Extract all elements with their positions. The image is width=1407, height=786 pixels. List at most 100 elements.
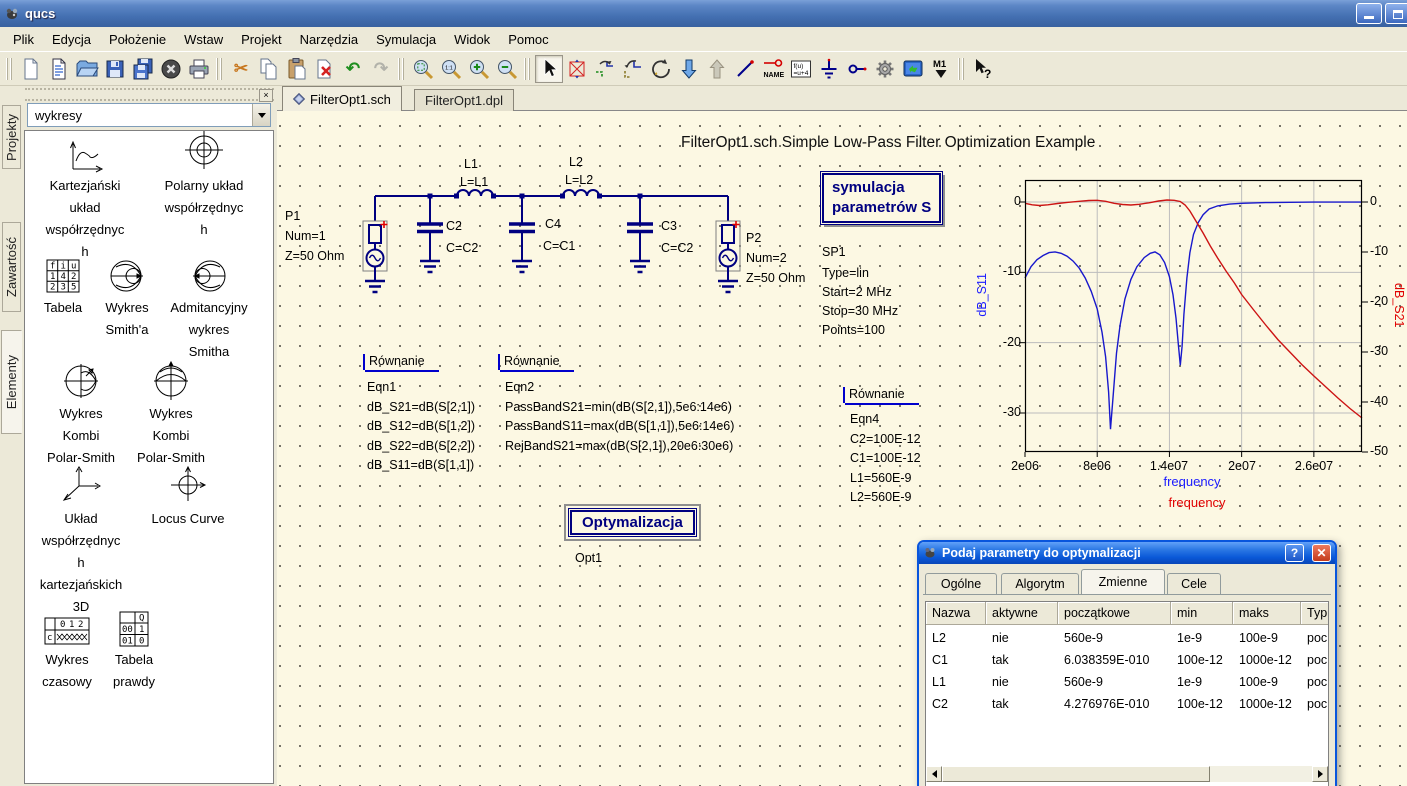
set-marker-button[interactable]: M1 bbox=[927, 55, 955, 83]
whats-this-help-button[interactable]: ? bbox=[969, 55, 997, 83]
equation-header-eqn2[interactable]: Równanie bbox=[498, 354, 560, 370]
pop-out-button[interactable] bbox=[703, 55, 731, 83]
menu-item-widok[interactable]: Widok bbox=[445, 28, 499, 51]
equation-header-eqn1[interactable]: Równanie bbox=[363, 354, 425, 370]
s-parameter-chart[interactable] bbox=[1025, 180, 1362, 452]
zoom-in-button[interactable] bbox=[465, 55, 493, 83]
open-file-button[interactable] bbox=[73, 55, 101, 83]
paste-button[interactable] bbox=[283, 55, 311, 83]
insert-wire-button[interactable] bbox=[731, 55, 759, 83]
palette-item-table[interactable]: fiu142235 Tabela bbox=[31, 255, 95, 319]
rotate-button[interactable] bbox=[647, 55, 675, 83]
menu-item-pomoc[interactable]: Pomoc bbox=[499, 28, 557, 51]
menu-item-narzedzia[interactable]: Narzędzia bbox=[291, 28, 368, 51]
cut-button[interactable]: ✂ bbox=[227, 55, 255, 83]
menu-item-symulacja[interactable]: Symulacja bbox=[367, 28, 445, 51]
col-header-typ[interactable]: Typ bbox=[1301, 602, 1329, 625]
component-C4[interactable] bbox=[509, 194, 535, 273]
dialog-titlebar[interactable]: Podaj parametry do optymalizacji ? ✕ bbox=[919, 542, 1335, 564]
view-data-display-button[interactable] bbox=[899, 55, 927, 83]
col-header-nazwa[interactable]: Nazwa bbox=[926, 602, 986, 625]
sidebar-tab-zawartosc[interactable]: Zawartość bbox=[2, 222, 21, 312]
redo-button[interactable]: ↷ bbox=[367, 55, 395, 83]
zoom-fit-button[interactable] bbox=[409, 55, 437, 83]
zoom-one-to-one-button[interactable]: 1:1 bbox=[437, 55, 465, 83]
component-L2[interactable] bbox=[560, 190, 602, 199]
col-header-maks[interactable]: maks bbox=[1233, 602, 1301, 625]
sidebar-tab-projekty[interactable]: Projekty bbox=[2, 105, 21, 169]
component-C2[interactable] bbox=[417, 194, 443, 273]
scrollbar-thumb[interactable] bbox=[942, 766, 1210, 782]
s-parameter-simulation-block[interactable]: symulacja parametrów S bbox=[820, 171, 943, 225]
insert-equation-button[interactable]: f(u)=u+4 bbox=[787, 55, 815, 83]
save-button[interactable] bbox=[101, 55, 129, 83]
palette-item-smith-chart[interactable]: Wykres Smith'a bbox=[93, 255, 161, 341]
new-document-button[interactable] bbox=[17, 55, 45, 83]
label-C3: C3 bbox=[661, 219, 677, 233]
dialog-tab-zmienne[interactable]: Zmienne bbox=[1081, 569, 1165, 594]
component-C3[interactable] bbox=[627, 194, 653, 273]
scroll-right-icon[interactable] bbox=[1312, 766, 1328, 782]
menu-item-projekt[interactable]: Projekt bbox=[232, 28, 290, 51]
copy-button[interactable] bbox=[255, 55, 283, 83]
eqn1-name: Eqn1 bbox=[367, 380, 396, 394]
dialog-tab-algorytm[interactable]: Algorytm bbox=[1001, 573, 1079, 594]
component-P2[interactable] bbox=[716, 221, 740, 292]
sidebar-tab-elementy[interactable]: Elementy bbox=[1, 330, 22, 434]
dialog-close-button[interactable]: ✕ bbox=[1312, 544, 1331, 562]
dock-handle[interactable]: × bbox=[25, 88, 274, 101]
insert-port-button[interactable] bbox=[843, 55, 871, 83]
menu-item-plik[interactable]: Plik bbox=[4, 28, 43, 51]
tab-filteropt1-dpl[interactable]: FilterOpt1.dpl bbox=[414, 89, 514, 111]
close-file-button[interactable] bbox=[157, 55, 185, 83]
dialog-help-button[interactable]: ? bbox=[1285, 544, 1304, 562]
palette-item-polar-diagram[interactable]: Polarny układ współrzędnyc h bbox=[141, 130, 267, 241]
col-header-aktywne[interactable]: aktywne bbox=[986, 602, 1058, 625]
component-L1[interactable] bbox=[454, 190, 496, 199]
equation-header-eqn4[interactable]: Równanie bbox=[843, 387, 905, 403]
label-P1-num: Num=1 bbox=[285, 229, 326, 243]
menu-item-polozenie[interactable]: Położenie bbox=[100, 28, 175, 51]
palette-item-cartesian-3d[interactable]: Układ współrzędnyc h kartezjańskich 3D bbox=[29, 462, 133, 618]
palette-item-smith-polar-combi[interactable]: Wykres Kombi Polar-Smith bbox=[119, 359, 223, 469]
palette-item-polar-smith-combi[interactable]: Wykres Kombi Polar-Smith bbox=[29, 359, 133, 469]
col-header-min[interactable]: min bbox=[1171, 602, 1233, 625]
mirror-about-x-button[interactable] bbox=[591, 55, 619, 83]
minimize-button[interactable] bbox=[1356, 3, 1382, 24]
redo-arrow-icon: ↷ bbox=[374, 60, 388, 77]
zoom-out-button[interactable] bbox=[493, 55, 521, 83]
schematic-file-icon bbox=[293, 93, 305, 105]
delete-mode-button[interactable] bbox=[563, 55, 591, 83]
optimization-block[interactable]: Optymalizacja bbox=[564, 504, 701, 541]
component-P1[interactable] bbox=[363, 221, 388, 292]
svg-text:1: 1 bbox=[139, 625, 144, 635]
go-into-subcircuit-button[interactable] bbox=[675, 55, 703, 83]
col-header-poczatkowe[interactable]: początkowe bbox=[1058, 602, 1171, 625]
insert-ground-button[interactable] bbox=[815, 55, 843, 83]
open-text-document-button[interactable] bbox=[45, 55, 73, 83]
chevron-down-icon[interactable] bbox=[252, 104, 270, 126]
tab-filteropt1-sch[interactable]: FilterOpt1.sch bbox=[282, 86, 402, 111]
mirror-about-y-button[interactable] bbox=[619, 55, 647, 83]
dialog-tab-ogolne[interactable]: Ogólne bbox=[925, 573, 997, 594]
menu-item-edycja[interactable]: Edycja bbox=[43, 28, 100, 51]
palette-item-admittance-smith[interactable]: Admitancyjny wykres Smitha bbox=[159, 255, 259, 363]
simulate-button[interactable] bbox=[871, 55, 899, 83]
select-pointer-button[interactable] bbox=[535, 55, 563, 83]
schematic-canvas[interactable]: FilterOpt1.sch Simple Low-Pass Filter Op… bbox=[277, 111, 1407, 786]
maximize-button[interactable] bbox=[1385, 3, 1407, 24]
palette-item-truth-table[interactable]: Q001010 Tabela prawdy bbox=[91, 609, 177, 693]
delete-button[interactable] bbox=[311, 55, 339, 83]
dialog-tab-cele[interactable]: Cele bbox=[1167, 573, 1221, 594]
component-category-select[interactable]: wykresy bbox=[27, 103, 271, 127]
save-all-button[interactable] bbox=[129, 55, 157, 83]
insert-wire-label-button[interactable]: NAME bbox=[759, 55, 787, 83]
scroll-left-icon[interactable] bbox=[926, 766, 942, 782]
horizontal-scrollbar[interactable] bbox=[926, 766, 1328, 782]
print-button[interactable] bbox=[185, 55, 213, 83]
menu-item-wstaw[interactable]: Wstaw bbox=[175, 28, 232, 51]
dock-close-icon[interactable]: × bbox=[259, 89, 273, 102]
palette-item-locus-curve[interactable]: Locus Curve bbox=[127, 462, 249, 530]
palette-item-cartesian-diagram[interactable]: Kartezjański układ współrzędnyc h bbox=[25, 137, 145, 263]
undo-button[interactable]: ↶ bbox=[339, 55, 367, 83]
